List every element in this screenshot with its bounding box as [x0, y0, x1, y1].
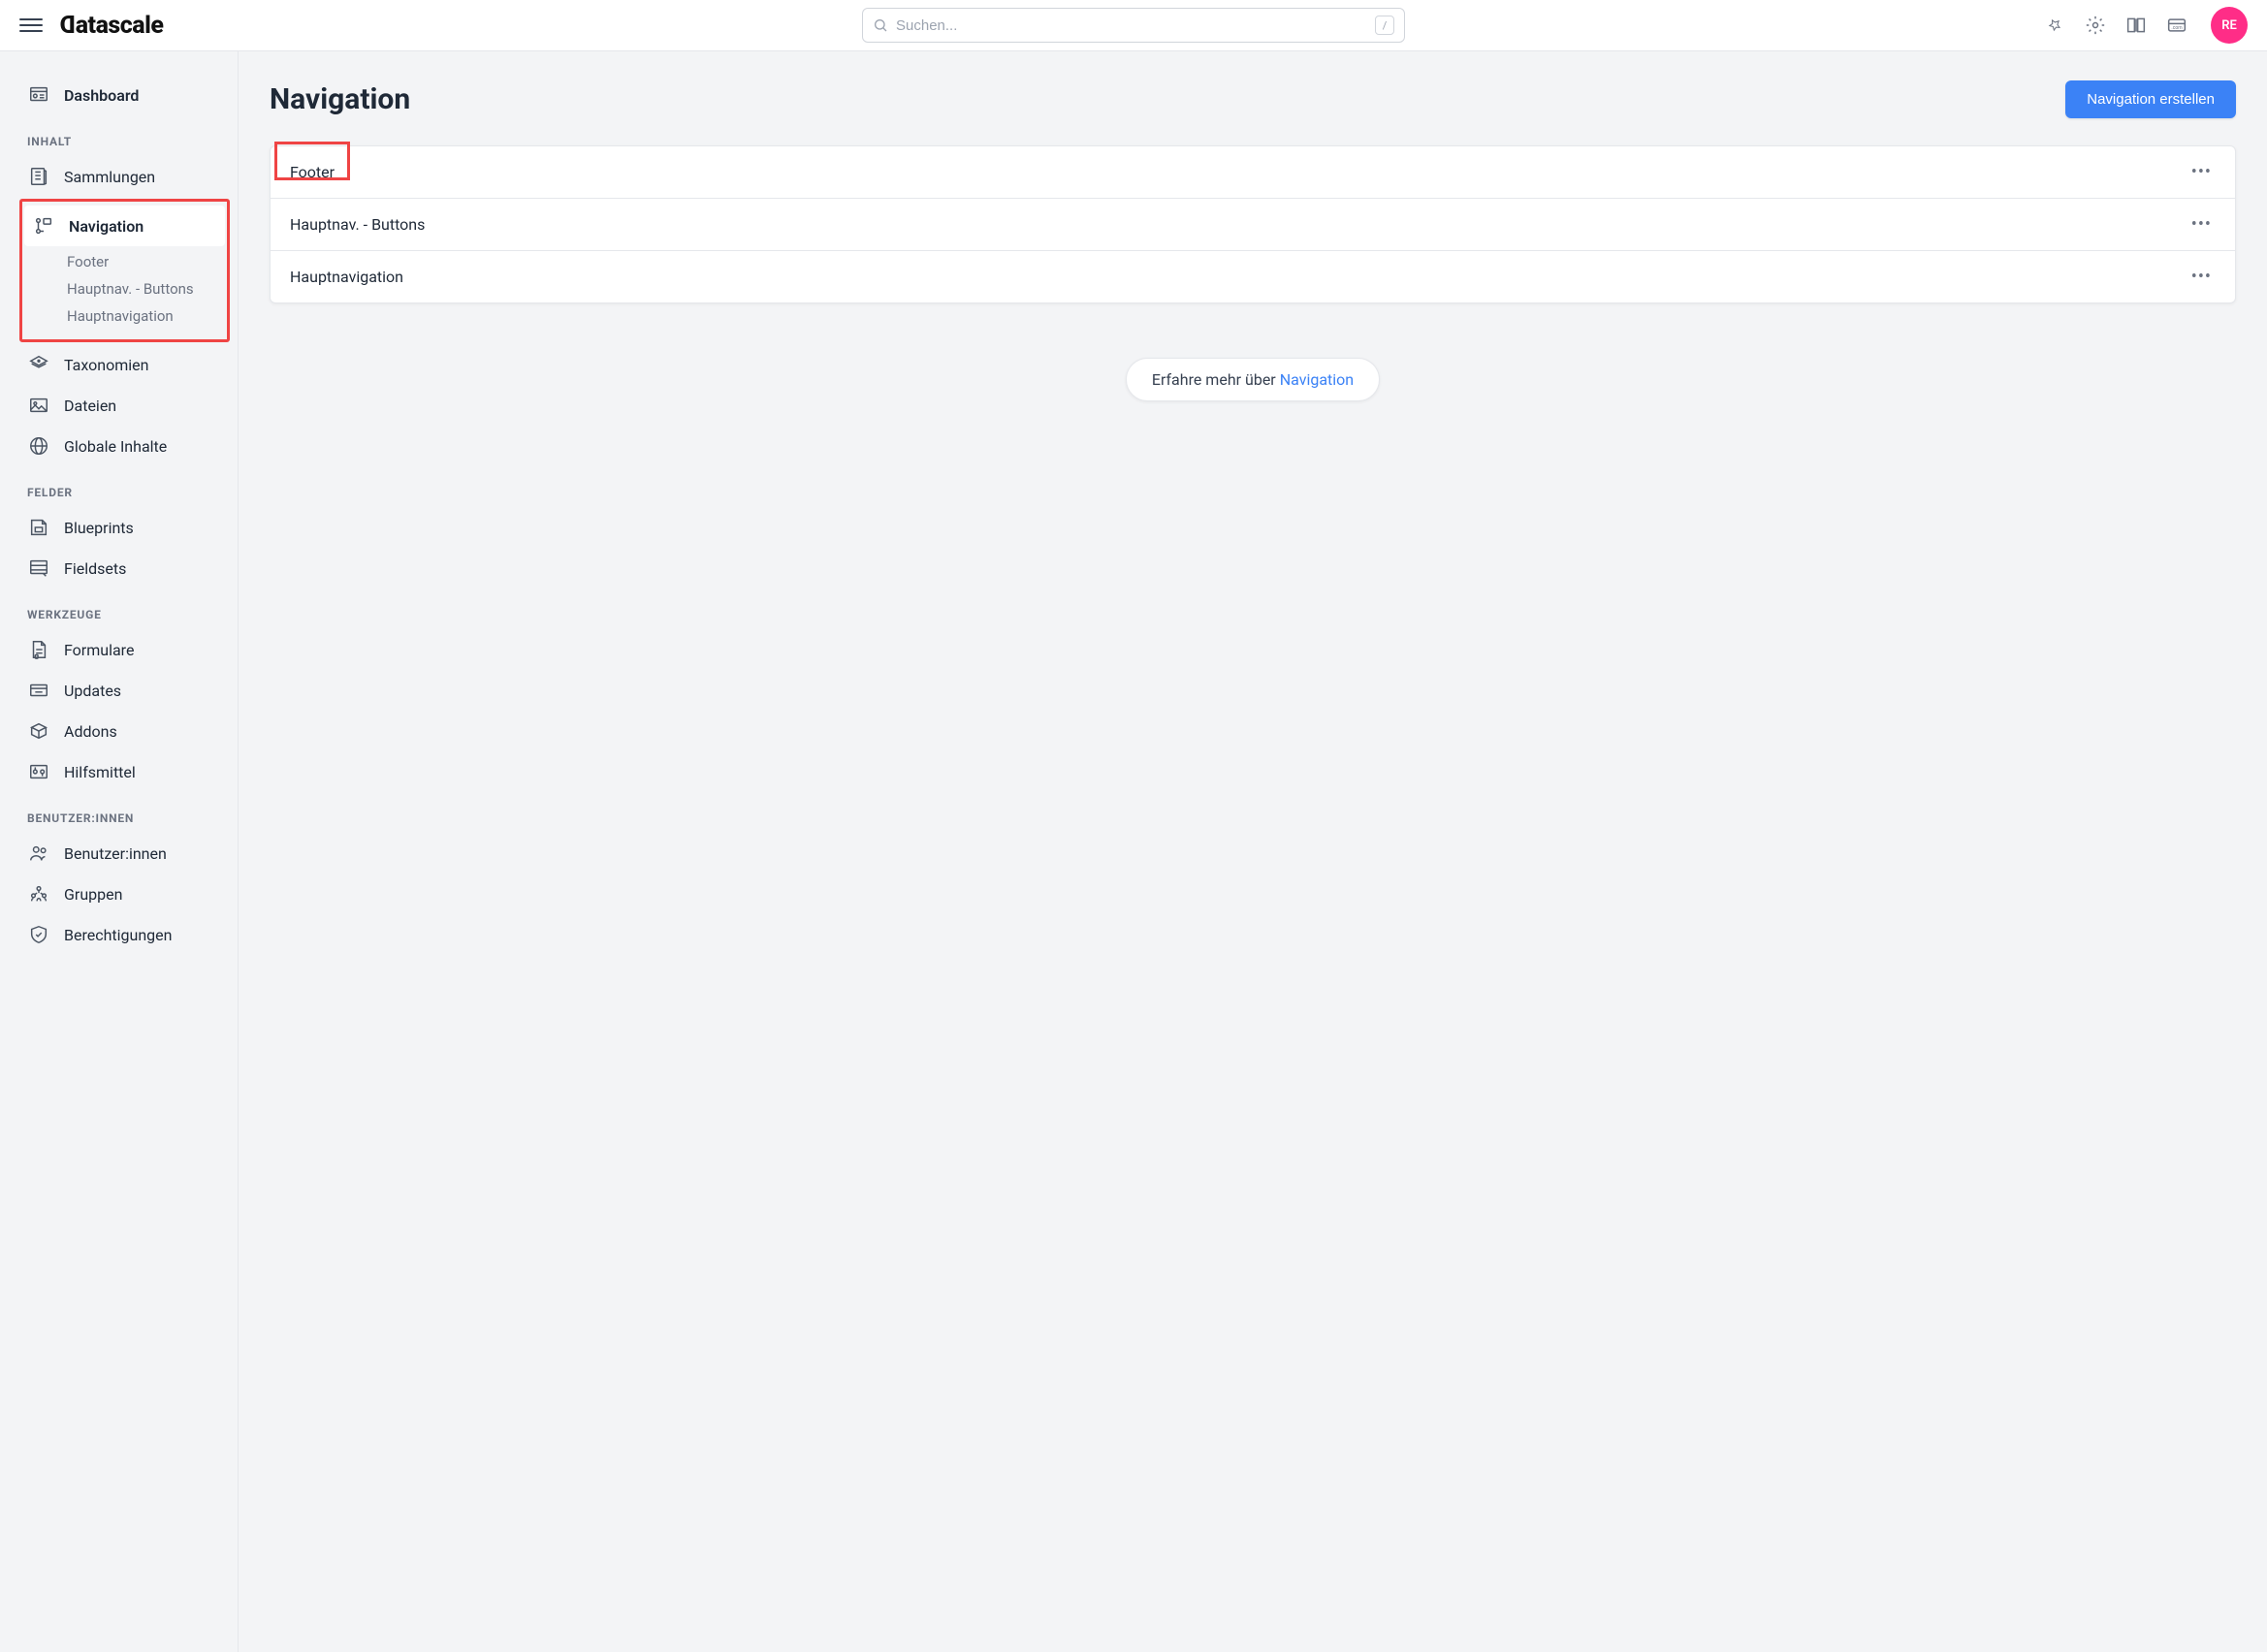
avatar[interactable]: RE — [2211, 7, 2248, 44]
sidebar-item-hilfsmittel[interactable]: Hilfsmittel — [0, 751, 238, 792]
page-title: Navigation — [270, 82, 410, 116]
info-pill: Erfahre mehr über Navigation — [1126, 358, 1380, 401]
groups-icon — [27, 882, 50, 905]
book-icon[interactable] — [2125, 15, 2147, 36]
sidebar-item-label: Berechtigungen — [64, 926, 172, 944]
gear-icon[interactable] — [2085, 15, 2106, 36]
sidebar-item-label: Benutzer:innen — [64, 844, 167, 863]
sidebar-item-dateien[interactable]: Dateien — [0, 385, 238, 426]
sidebar-item-label: Taxonomien — [64, 356, 148, 374]
sidebar-item-label: Blueprints — [64, 519, 134, 537]
brand-logo: Datascale — [60, 12, 163, 40]
sidebar-item-blueprints[interactable]: Blueprints — [0, 507, 238, 548]
blueprint-icon — [27, 516, 50, 539]
sidebar-item-gruppen[interactable]: Gruppen — [0, 874, 238, 914]
menu-toggle[interactable] — [19, 14, 43, 37]
sidebar-item-label: Formulare — [64, 641, 134, 659]
section-felder: FELDER — [0, 466, 238, 507]
list-row-label: Hauptnavigation — [290, 268, 403, 286]
sidebar-item-label: Hilfsmittel — [64, 763, 136, 781]
info-link[interactable]: Navigation — [1280, 370, 1354, 389]
list-row-label: Hauptnav. - Buttons — [290, 215, 425, 234]
sidebar-item-globale[interactable]: Globale Inhalte — [0, 426, 238, 466]
sidebar-item-dashboard[interactable]: Dashboard — [0, 75, 238, 115]
sidebar-item-benutzer[interactable]: Benutzer:innen — [0, 833, 238, 874]
row-menu-icon[interactable]: ••• — [2187, 210, 2216, 238]
sidebar: Dashboard INHALT Sammlungen Navigation F… — [0, 51, 239, 1652]
addons-icon — [27, 719, 50, 743]
image-icon — [27, 394, 50, 417]
sidebar-item-label: Fieldsets — [64, 559, 126, 578]
sidebar-sub-footer[interactable]: Footer — [22, 248, 227, 275]
list-row[interactable]: Footer ••• — [271, 146, 2235, 199]
sidebar-item-label: Addons — [64, 722, 117, 741]
sidebar-item-label: Dashboard — [64, 86, 139, 105]
highlight-navigation-group: Navigation Footer Hauptnav. - Buttons Ha… — [19, 199, 230, 342]
globe-icon — [27, 434, 50, 458]
sidebar-item-sammlungen[interactable]: Sammlungen — [0, 156, 238, 197]
users-icon — [27, 842, 50, 865]
sidebar-sub-hauptnavigation[interactable]: Hauptnavigation — [22, 302, 227, 330]
info-text: Erfahre mehr über — [1152, 370, 1280, 389]
form-icon — [27, 638, 50, 661]
sidebar-item-label: Gruppen — [64, 885, 122, 904]
sidebar-item-berechtigungen[interactable]: Berechtigungen — [0, 914, 238, 955]
sidebar-item-updates[interactable]: Updates — [0, 670, 238, 711]
list-row[interactable]: Hauptnavigation ••• — [271, 251, 2235, 302]
sidebar-item-label: Sammlungen — [64, 168, 155, 186]
list-row[interactable]: Hauptnav. - Buttons ••• — [271, 199, 2235, 251]
collections-icon — [27, 165, 50, 188]
search-input[interactable] — [888, 17, 1375, 34]
fieldset-icon — [27, 556, 50, 580]
tools-icon — [27, 760, 50, 783]
site-icon[interactable]: .com — [2166, 15, 2187, 36]
sidebar-item-taxonomien[interactable]: Taxonomien — [0, 344, 238, 385]
search-kbd-hint: / — [1375, 16, 1394, 35]
svg-text:.com: .com — [2171, 25, 2183, 31]
updates-icon — [27, 679, 50, 702]
section-inhalt: INHALT — [0, 115, 238, 156]
shield-icon — [27, 923, 50, 946]
search-box[interactable]: / — [862, 8, 1405, 43]
sidebar-item-navigation[interactable]: Navigation — [24, 206, 225, 246]
row-menu-icon[interactable]: ••• — [2187, 158, 2216, 186]
sidebar-item-label: Navigation — [69, 217, 144, 236]
create-navigation-button[interactable]: Navigation erstellen — [2065, 80, 2236, 118]
tag-icon — [27, 353, 50, 376]
sidebar-item-formulare[interactable]: Formulare — [0, 629, 238, 670]
pin-icon[interactable] — [2044, 15, 2065, 36]
sidebar-item-label: Dateien — [64, 397, 116, 415]
sidebar-item-addons[interactable]: Addons — [0, 711, 238, 751]
dashboard-icon — [27, 83, 50, 107]
section-benutzer: BENUTZER:INNEN — [0, 792, 238, 833]
navigation-list: Footer ••• Hauptnav. - Buttons ••• Haupt… — [270, 145, 2236, 303]
navigation-icon — [32, 214, 55, 238]
sidebar-item-fieldsets[interactable]: Fieldsets — [0, 548, 238, 588]
sidebar-item-label: Globale Inhalte — [64, 437, 167, 456]
section-werkzeuge: WERKZEUGE — [0, 588, 238, 629]
main-content: Navigation Navigation erstellen Footer •… — [239, 51, 2267, 1652]
sidebar-item-label: Updates — [64, 682, 121, 700]
search-icon — [873, 17, 888, 33]
sidebar-sub-hauptnav-buttons[interactable]: Hauptnav. - Buttons — [22, 275, 227, 302]
row-menu-icon[interactable]: ••• — [2187, 263, 2216, 291]
list-row-label: Footer — [290, 163, 335, 181]
